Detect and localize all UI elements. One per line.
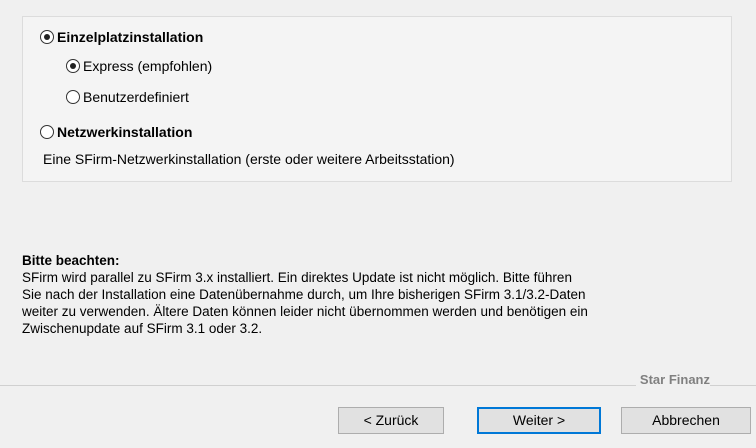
radio-network-install-label[interactable]: Netzwerkinstallation (57, 124, 192, 140)
radio-custom-indicator[interactable] (66, 90, 80, 104)
note-line: Zwischenupdate auf SFirm 3.1 oder 3.2. (22, 321, 263, 336)
brand-separator: Star Finanz (0, 372, 756, 387)
note-title: Bitte beachten: (22, 253, 120, 268)
radio-network-install[interactable]: Netzwerkinstallation (40, 122, 192, 142)
radio-single-install-label[interactable]: Einzelplatzinstallation (57, 29, 203, 45)
radio-single-install-indicator[interactable] (40, 30, 54, 44)
network-install-description: Eine SFirm-Netzwerkinstallation (erste o… (43, 151, 455, 167)
radio-express-label[interactable]: Express (empfohlen) (83, 58, 212, 74)
radio-express[interactable]: Express (empfohlen) (66, 56, 212, 76)
radio-custom[interactable]: Benutzerdefiniert (66, 87, 189, 107)
cancel-button[interactable]: Abbrechen (621, 407, 751, 434)
brand-label: Star Finanz (635, 372, 710, 387)
radio-single-install[interactable]: Einzelplatzinstallation (40, 27, 203, 47)
radio-network-install-indicator[interactable] (40, 125, 54, 139)
radio-express-indicator[interactable] (66, 59, 80, 73)
back-button[interactable]: < Zurück (338, 407, 444, 434)
note-section: Bitte beachten: SFirm wird parallel zu S… (22, 252, 738, 337)
radio-custom-label[interactable]: Benutzerdefiniert (83, 89, 189, 105)
note-line: SFirm wird parallel zu SFirm 3.x install… (22, 270, 572, 285)
note-line: weiter zu verwenden. Ältere Daten können… (22, 304, 588, 319)
note-line: Sie nach der Installation eine Datenüber… (22, 287, 586, 302)
next-button[interactable]: Weiter > (477, 407, 601, 434)
